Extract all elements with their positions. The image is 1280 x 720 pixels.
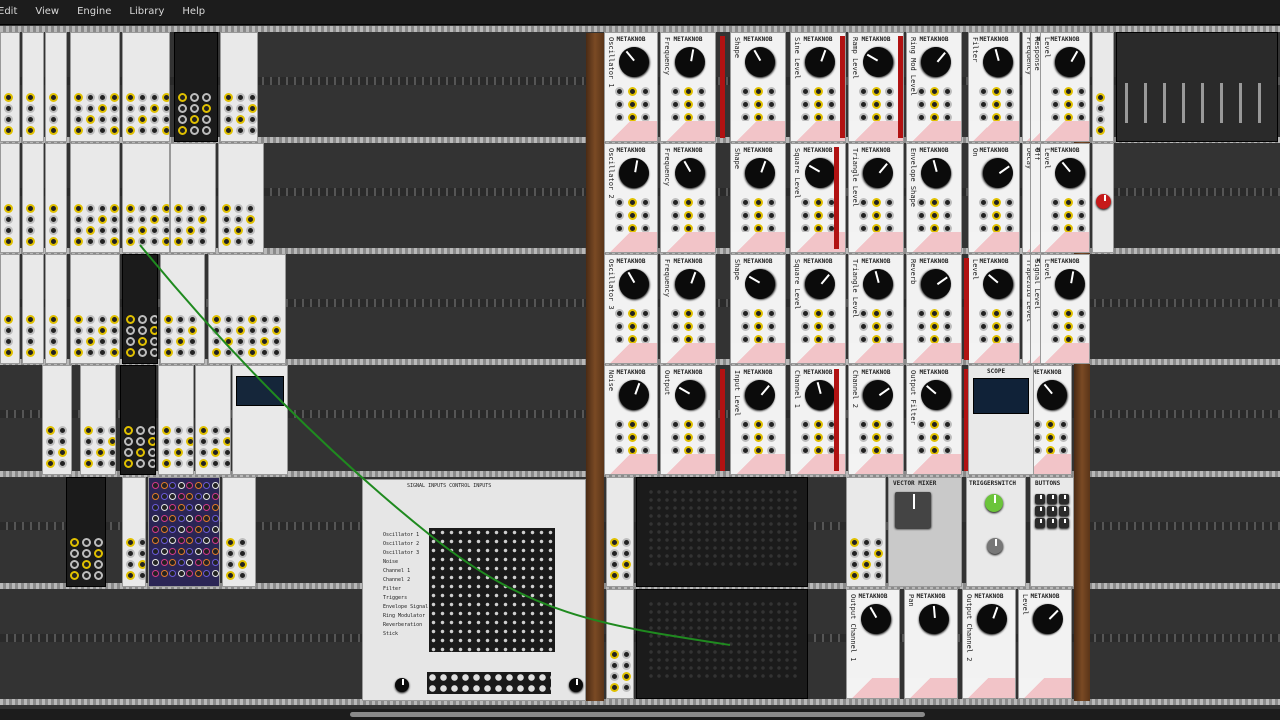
scrollbar-thumb[interactable] <box>350 712 925 717</box>
menu-library[interactable]: Library <box>120 0 173 24</box>
menu-bar: Edit View Engine Library Help <box>0 0 1280 25</box>
module-rack[interactable]: METAKNOB Oscillator 1 METAKNOB Frequency MET… <box>0 25 1280 709</box>
menu-help[interactable]: Help <box>173 0 214 24</box>
menu-engine[interactable]: Engine <box>68 0 120 24</box>
menu-edit[interactable]: Edit <box>0 0 26 24</box>
menu-view[interactable]: View <box>26 0 68 24</box>
patch-cable-path[interactable] <box>139 244 731 646</box>
horizontal-scrollbar[interactable] <box>0 709 1280 720</box>
patch-cable[interactable] <box>0 25 1280 709</box>
